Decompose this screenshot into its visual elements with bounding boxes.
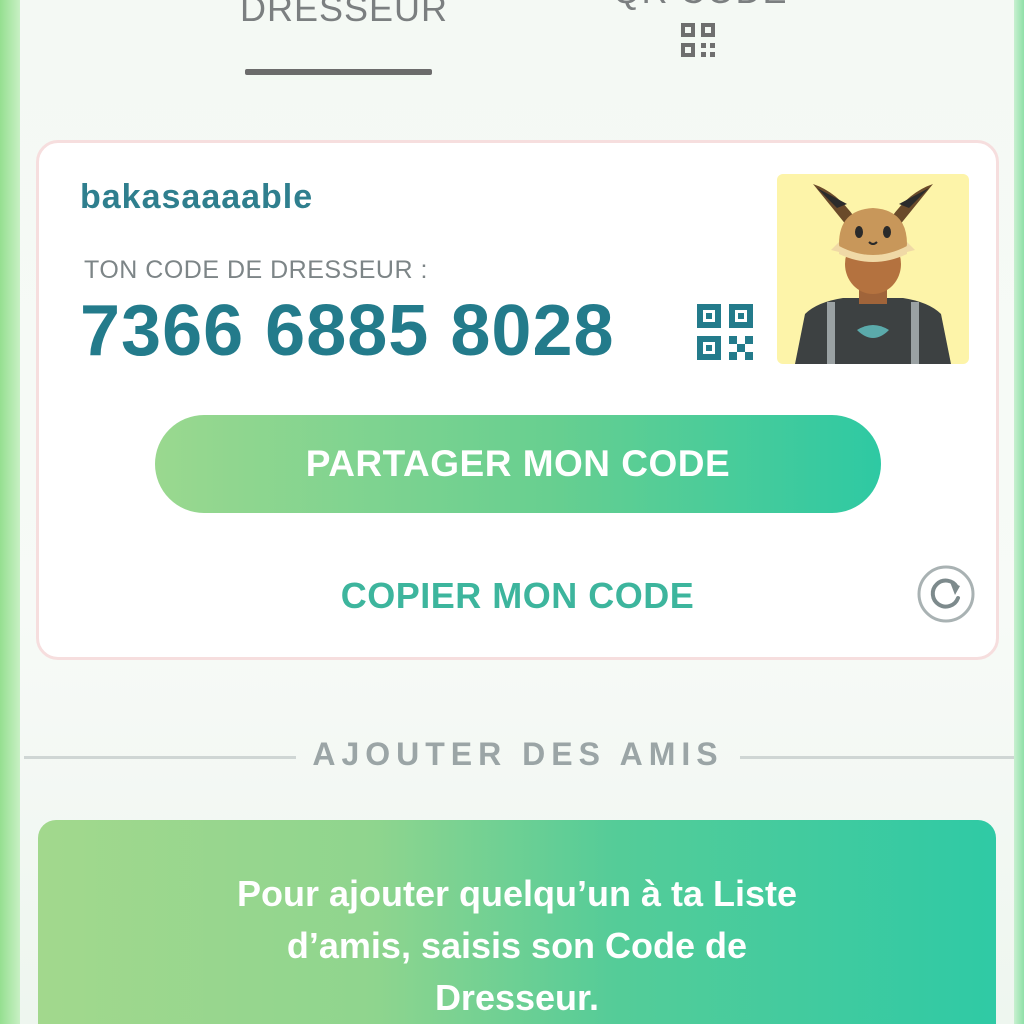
tab-dresseur[interactable]: DRESSEUR [240,0,447,30]
section-divider-right [740,756,1014,759]
section-divider-left [24,756,296,759]
trainer-avatar [777,174,969,364]
frame-edge-right [1014,0,1024,1024]
active-tab-underline [245,69,432,75]
frame-edge-left [0,0,20,1024]
trainer-code-value: 7366 6885 8028 [80,291,615,371]
add-friends-info-text: Pour ajouter quelqu’un à ta Liste d’amis… [236,873,798,1018]
add-friends-info-banner: Pour ajouter quelqu’un à ta Liste d’amis… [38,820,996,1024]
trainer-username: bakasaaaable [80,178,314,216]
tab-qr-code-label: QR CODE [612,0,787,11]
share-code-button[interactable]: PARTAGER MON CODE [155,415,881,513]
qr-code-icon[interactable] [680,22,716,58]
add-friends-section-title: AJOUTER DES AMIS [312,736,724,772]
tab-dresseur-label: DRESSEUR [240,0,449,29]
qr-code-icon[interactable] [697,304,755,360]
refresh-icon[interactable] [917,565,975,623]
trainer-code-label: TON CODE DE DRESSEUR : [84,256,428,284]
copy-code-button[interactable]: COPIER MON CODE [280,570,755,622]
tab-qr-code[interactable]: QR CODE [600,0,800,12]
